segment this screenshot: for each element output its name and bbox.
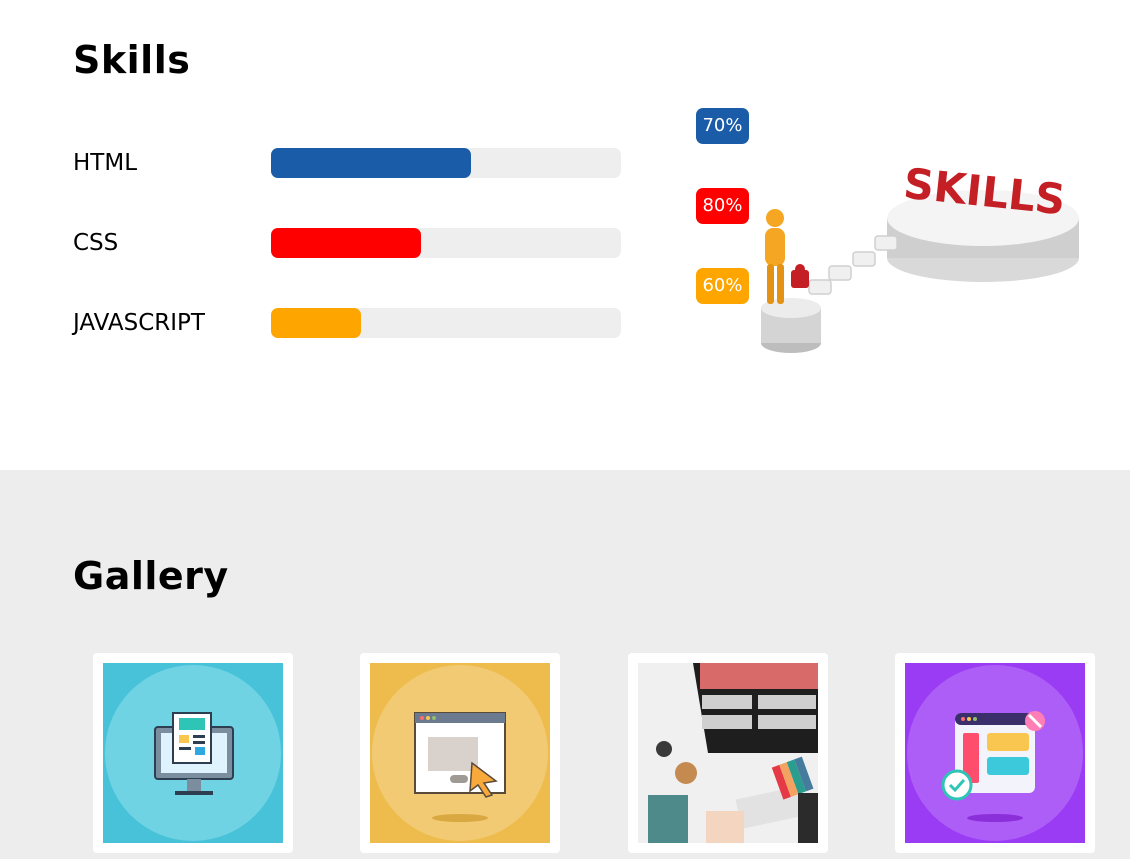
gallery-item[interactable] bbox=[628, 653, 828, 853]
skill-row-css: CSS 80% bbox=[73, 188, 749, 258]
progress-fill bbox=[271, 228, 421, 258]
progress-track: 80% bbox=[271, 188, 749, 258]
gallery-item[interactable] bbox=[895, 653, 1095, 853]
skills-section: Skills HTML 70% CSS 80% JAVASCRIPT 60% S… bbox=[0, 0, 1130, 470]
browser-cursor-icon bbox=[370, 663, 550, 843]
web-app-dashboard-icon bbox=[905, 663, 1085, 843]
skills-illustration: SKILLS bbox=[761, 159, 1079, 353]
skill-row-html: HTML 70% bbox=[73, 108, 749, 178]
skill-label: JAVASCRIPT bbox=[73, 310, 205, 336]
progress-fill bbox=[271, 308, 361, 338]
designer-desk-photo bbox=[638, 663, 818, 843]
progress-track: 60% bbox=[271, 268, 749, 338]
skill-row-javascript: JAVASCRIPT 60% bbox=[73, 268, 749, 338]
progress-fill bbox=[271, 148, 471, 178]
progress-track: 70% bbox=[271, 108, 749, 178]
gallery-title: Gallery bbox=[73, 554, 229, 598]
gallery-section: Gallery bbox=[0, 470, 1130, 859]
skills-title: Skills bbox=[73, 38, 191, 82]
monitor-newsletter-icon bbox=[103, 663, 283, 843]
gallery-item[interactable] bbox=[93, 653, 293, 853]
skill-label: HTML bbox=[73, 150, 138, 176]
gallery-item[interactable] bbox=[360, 653, 560, 853]
skill-label: CSS bbox=[73, 230, 119, 256]
